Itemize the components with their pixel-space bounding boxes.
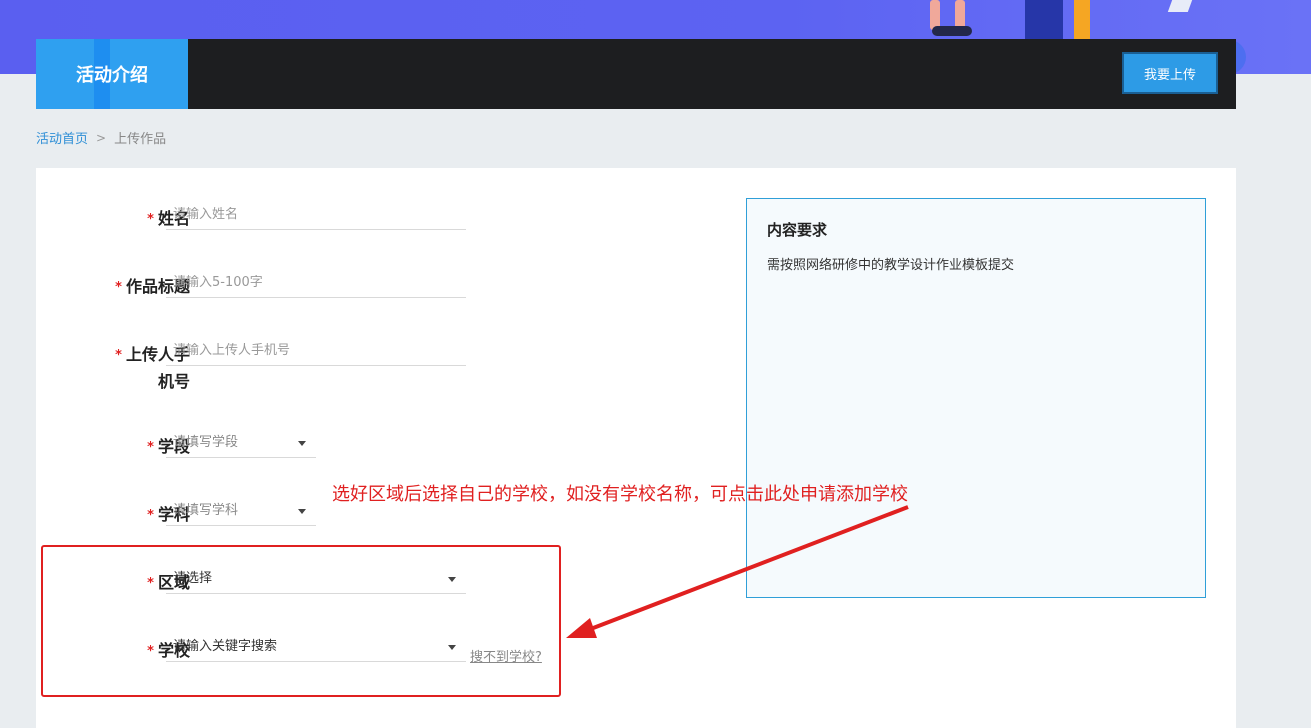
subject-placeholder: 请填写学科 [173,503,239,518]
breadcrumb: 活动首页 > 上传作品 [36,128,167,148]
top-navbar: 活动介绍 我要上传 [36,39,1236,109]
phone-field-wrap [166,336,466,366]
content-requirements-box: 内容要求 需按照网络研修中的教学设计作业模板提交 [746,198,1206,598]
annotation-highlight-box [41,545,561,697]
illustration-shoe [932,26,972,36]
requirements-text: 需按照网络研修中的教学设计作业模板提交 [767,258,1015,273]
required-mark: * [115,347,122,363]
nav-tab-label: 活动介绍 [76,65,148,86]
name-field-wrap [166,200,466,230]
required-mark: * [147,507,154,523]
required-mark: * [147,439,154,455]
caret-down-icon [298,441,306,446]
annotation-text: 选好区域后选择自己的学校，如没有学校名称，可点击此处申请添加学校 [332,484,908,505]
caret-down-icon [298,509,306,514]
requirements-title: 内容要求 [767,221,828,239]
breadcrumb-home-link[interactable]: 活动首页 [36,128,88,147]
title-input[interactable] [173,275,466,290]
stage-placeholder: 请填写学段 [173,435,239,450]
nav-tab-activity-intro[interactable]: 活动介绍 [36,39,188,109]
name-input[interactable] [173,207,466,222]
illustration-paper [1167,0,1193,12]
stage-select[interactable]: 请填写学段 [166,428,316,458]
phone-input[interactable] [173,343,466,358]
required-mark: * [115,279,122,295]
chevron-right-icon: > [96,130,107,145]
upload-button[interactable]: 我要上传 [1122,52,1218,94]
breadcrumb-current: 上传作品 [114,132,167,147]
title-field-wrap [166,268,466,298]
required-mark: * [147,211,154,227]
subject-select[interactable]: 请填写学科 [166,496,316,526]
